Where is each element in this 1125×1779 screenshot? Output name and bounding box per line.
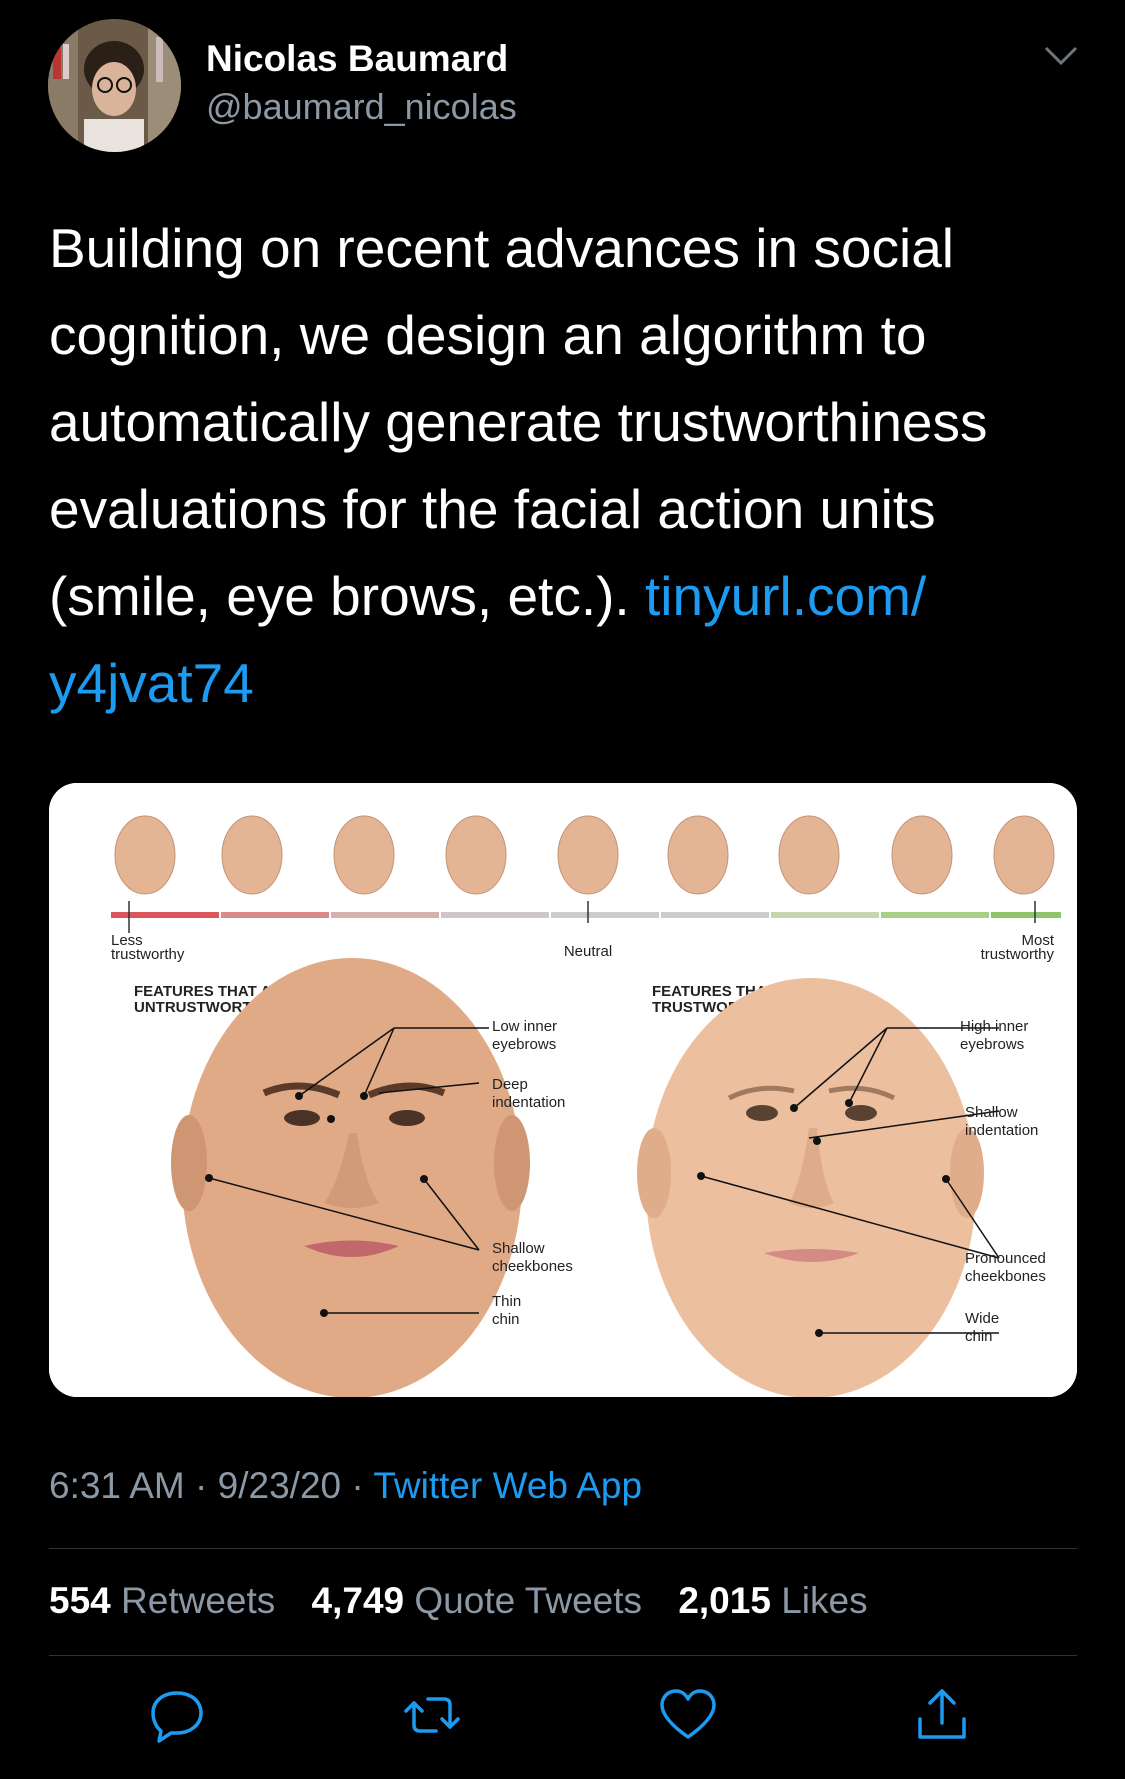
svg-text:Thin: Thin xyxy=(492,1293,521,1310)
divider xyxy=(49,1655,1077,1656)
like-icon[interactable] xyxy=(658,1685,718,1745)
tweet-media-image[interactable]: Less trustworthy Neutral Most trustworthy … xyxy=(49,783,1077,1397)
svg-text:indentation: indentation xyxy=(965,1122,1038,1139)
likes-stat[interactable]: 2,015 Likes xyxy=(678,1580,867,1621)
quote-tweets-stat[interactable]: 4,749 Quote Tweets xyxy=(312,1580,643,1621)
retweets-stat[interactable]: 554 Retweets xyxy=(49,1580,275,1621)
svg-text:Shallow: Shallow xyxy=(965,1104,1018,1121)
svg-text:Pronounced: Pronounced xyxy=(965,1250,1046,1267)
reply-icon[interactable] xyxy=(147,1685,207,1745)
scale-mid-label: Neutral xyxy=(564,943,612,960)
avatar[interactable] xyxy=(48,19,181,152)
svg-text:chin: chin xyxy=(965,1328,993,1345)
tweet-meta: 6:31 AM · 9/23/20 · Twitter Web App xyxy=(49,1465,643,1506)
display-name[interactable]: Nicolas Baumard xyxy=(206,38,508,80)
svg-text:Deep: Deep xyxy=(492,1076,528,1093)
svg-text:cheekbones: cheekbones xyxy=(492,1258,573,1275)
svg-text:eyebrows: eyebrows xyxy=(960,1036,1024,1053)
svg-text:eyebrows: eyebrows xyxy=(492,1036,556,1053)
tweet-date[interactable]: 9/23/20 xyxy=(218,1465,341,1506)
chevron-down-icon[interactable] xyxy=(1043,44,1079,68)
svg-text:cheekbones: cheekbones xyxy=(965,1268,1046,1285)
svg-text:Wide: Wide xyxy=(965,1310,999,1327)
svg-text:Low inner: Low inner xyxy=(492,1018,557,1035)
face-row xyxy=(114,815,1055,895)
svg-text:indentation: indentation xyxy=(492,1094,565,1111)
share-icon[interactable] xyxy=(912,1685,972,1745)
svg-text:High inner: High inner xyxy=(960,1018,1028,1035)
user-handle[interactable]: @baumard_nicolas xyxy=(206,86,517,128)
tweet-stats: 554 Retweets 4,749 Quote Tweets 2,015 Li… xyxy=(49,1580,894,1622)
divider xyxy=(49,1548,1077,1549)
svg-text:Shallow: Shallow xyxy=(492,1240,545,1257)
retweet-icon[interactable] xyxy=(402,1685,462,1745)
svg-text:chin: chin xyxy=(492,1311,520,1328)
tweet-time[interactable]: 6:31 AM xyxy=(49,1465,185,1506)
source-app-link[interactable]: Twitter Web App xyxy=(373,1465,642,1506)
tweet-text: Building on recent advances in social co… xyxy=(49,205,1089,727)
